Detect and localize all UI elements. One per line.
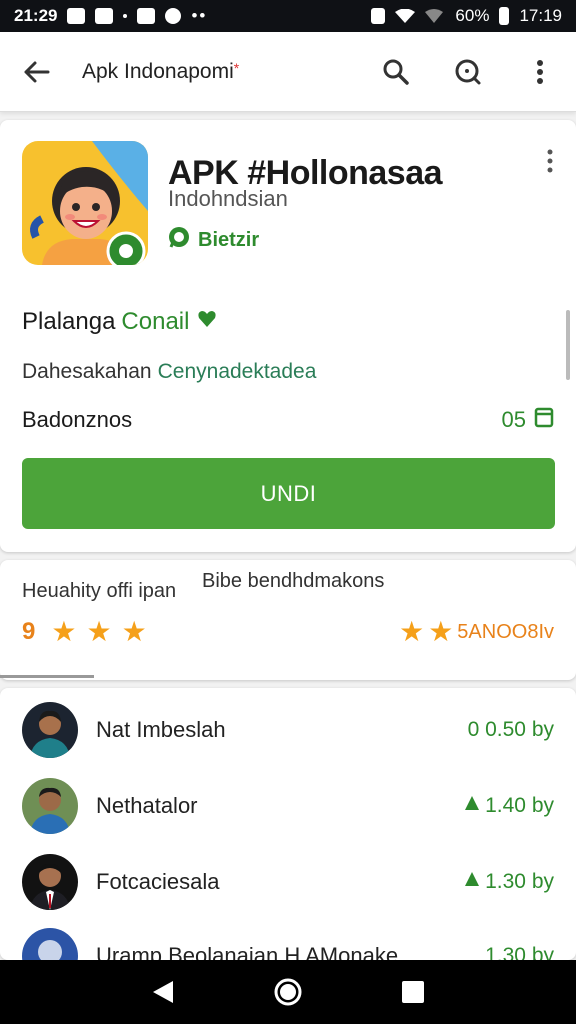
notification-icon <box>165 8 182 24</box>
info-row-3: Badonznos 05 <box>22 406 554 434</box>
battery-icon <box>499 7 510 25</box>
more-vert-icon[interactable] <box>546 148 554 179</box>
notification-icon <box>137 8 156 24</box>
recents-nav-icon[interactable] <box>395 974 431 1010</box>
more-vert-icon[interactable] <box>522 54 558 90</box>
scrollbar[interactable] <box>566 310 570 380</box>
app-bar: Apk Indonapomi* <box>0 32 576 112</box>
search-icon[interactable] <box>378 54 414 90</box>
list-item-name: Nethatalor <box>96 793 198 818</box>
wifi-icon <box>395 9 416 23</box>
info-row-1-label: Plalanga <box>22 308 116 335</box>
calendar-icon <box>534 406 554 434</box>
tab-indicator <box>0 675 94 678</box>
avatar <box>22 854 78 910</box>
system-nav-bar <box>0 960 576 1024</box>
info-row-1: Plalanga Conail <box>22 308 554 336</box>
info-row-2: Dahesakahan Cenynadektadea <box>22 360 554 384</box>
user-list-card: Nat Imbeslah 0 0.50 by Nethatalor 1.40 b… <box>0 688 576 960</box>
list-item[interactable]: Nat Imbeslah 0 0.50 by <box>22 698 554 762</box>
status-clock: 17:19 <box>519 6 562 25</box>
app-info-card: APK #Hollonasaa Indohndsian Bietzir Plal… <box>0 120 576 552</box>
star-icon: ★ <box>399 616 425 647</box>
ratings-left-label: Heuahity offi ipan <box>22 580 177 602</box>
info-row-2-label: Dahesakahan <box>22 360 152 383</box>
battery-percent: 60% <box>455 6 490 25</box>
title-mark: * <box>233 59 240 76</box>
ratings-right-label: Bibe bendhdmakons <box>202 570 385 592</box>
star-icon: ★ <box>51 616 77 647</box>
avatar <box>22 928 78 960</box>
star-icon: ★ <box>86 616 112 647</box>
status-time: 21:29 <box>14 6 58 25</box>
list-item-name: Uramp Beolanaian H AMonake <box>96 943 399 960</box>
heart-icon[interactable] <box>197 308 217 336</box>
notification-icon <box>95 8 114 24</box>
app-subtitle: Indohndsian <box>168 186 288 211</box>
info-row-1-link[interactable]: Conail <box>121 308 189 336</box>
page-title: Apk Indonapomi* <box>82 59 240 83</box>
list-item-value: 1.30 by <box>463 870 554 894</box>
list-item[interactable]: Uramp Beolanaian H AMonake 1.30 by <box>22 924 554 960</box>
status-bar: 21:29 •• 60% 17:19 <box>0 0 576 32</box>
search-circle-icon[interactable] <box>450 54 486 90</box>
rating-number: 9 <box>22 618 36 645</box>
list-item-value: 1.40 by <box>463 794 554 818</box>
notification-icon <box>67 8 86 24</box>
info-row-2-link[interactable]: Cenynadektadea <box>158 360 317 384</box>
rating-right-text: 5ANOO8Iv <box>457 620 554 643</box>
list-item-name: Nat Imbeslah <box>96 717 226 742</box>
avatar <box>22 702 78 758</box>
star-icon: ★ <box>428 616 454 647</box>
badge-icon <box>463 794 481 818</box>
install-button[interactable]: UNDI <box>22 458 555 529</box>
avatar <box>22 778 78 834</box>
more-notifications-icon: •• <box>191 6 208 25</box>
list-item[interactable]: Fotcaciesala 1.30 by <box>22 850 554 914</box>
verified-label: Bietzir <box>198 228 260 251</box>
back-nav-icon[interactable] <box>145 974 181 1010</box>
signal-icon <box>425 9 445 23</box>
list-item[interactable]: Nethatalor 1.40 by <box>22 774 554 838</box>
info-row-3-label: Badonznos <box>22 407 133 432</box>
rating-right: ★ ★ 5ANOO8Iv <box>399 618 554 646</box>
list-item-name: Fotcaciesala <box>96 869 220 894</box>
badge-icon <box>463 870 481 894</box>
vibrate-icon <box>371 8 386 24</box>
verified-badge: Bietzir <box>168 226 259 254</box>
home-nav-icon[interactable] <box>270 974 306 1010</box>
rating-left: 9 ★ ★ ★ <box>22 618 147 646</box>
list-item-value: 1.30 by <box>485 944 554 960</box>
star-icon: ★ <box>121 616 147 647</box>
list-item-value: 0 0.50 by <box>467 718 554 741</box>
info-row-3-value: 05 <box>501 407 526 432</box>
whatsapp-icon <box>168 226 190 254</box>
back-arrow-icon[interactable] <box>18 54 54 90</box>
ratings-card: Heuahity offi ipan Bibe bendhdmakons 9 ★… <box>0 560 576 680</box>
app-icon[interactable] <box>22 141 148 265</box>
notification-dot-icon <box>123 14 128 18</box>
